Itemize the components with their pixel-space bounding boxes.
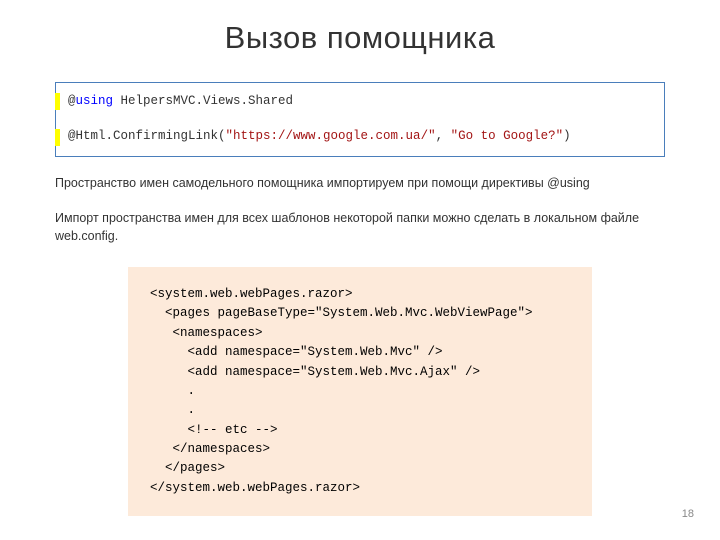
code-line: <add namespace="System.Web.Mvc.Ajax" /> <box>150 363 570 382</box>
paragraph-1: Пространство имен самодельного помощника… <box>55 175 665 193</box>
slide-title: Вызов помощника <box>55 20 665 56</box>
code-line: @using HelpersMVC.Views.Shared <box>68 93 652 111</box>
highlight-bar <box>55 93 60 110</box>
razor-code-block: @using HelpersMVC.Views.Shared @Html.Con… <box>55 82 665 157</box>
code-line: </pages> <box>150 459 570 478</box>
code-line: <namespaces> <box>150 324 570 343</box>
page-number: 18 <box>682 508 694 520</box>
code-line: </namespaces> <box>150 440 570 459</box>
highlight-bar <box>55 129 60 146</box>
code-line: <add namespace="System.Web.Mvc" /> <box>150 343 570 362</box>
paragraph-2: Импорт пространства имен для всех шаблон… <box>55 210 665 245</box>
code-line: <!-- etc --> <box>150 421 570 440</box>
code-line: </system.web.webPages.razor> <box>150 479 570 498</box>
code-line: @Html.ConfirmingLink("https://www.google… <box>68 128 652 146</box>
code-line: <pages pageBaseType="System.Web.Mvc.WebV… <box>150 304 570 323</box>
code-line: . <box>150 401 570 420</box>
code-line: . <box>150 382 570 401</box>
xml-config-block: <system.web.webPages.razor> <pages pageB… <box>128 267 592 516</box>
code-line <box>68 111 652 129</box>
code-line: <system.web.webPages.razor> <box>150 285 570 304</box>
